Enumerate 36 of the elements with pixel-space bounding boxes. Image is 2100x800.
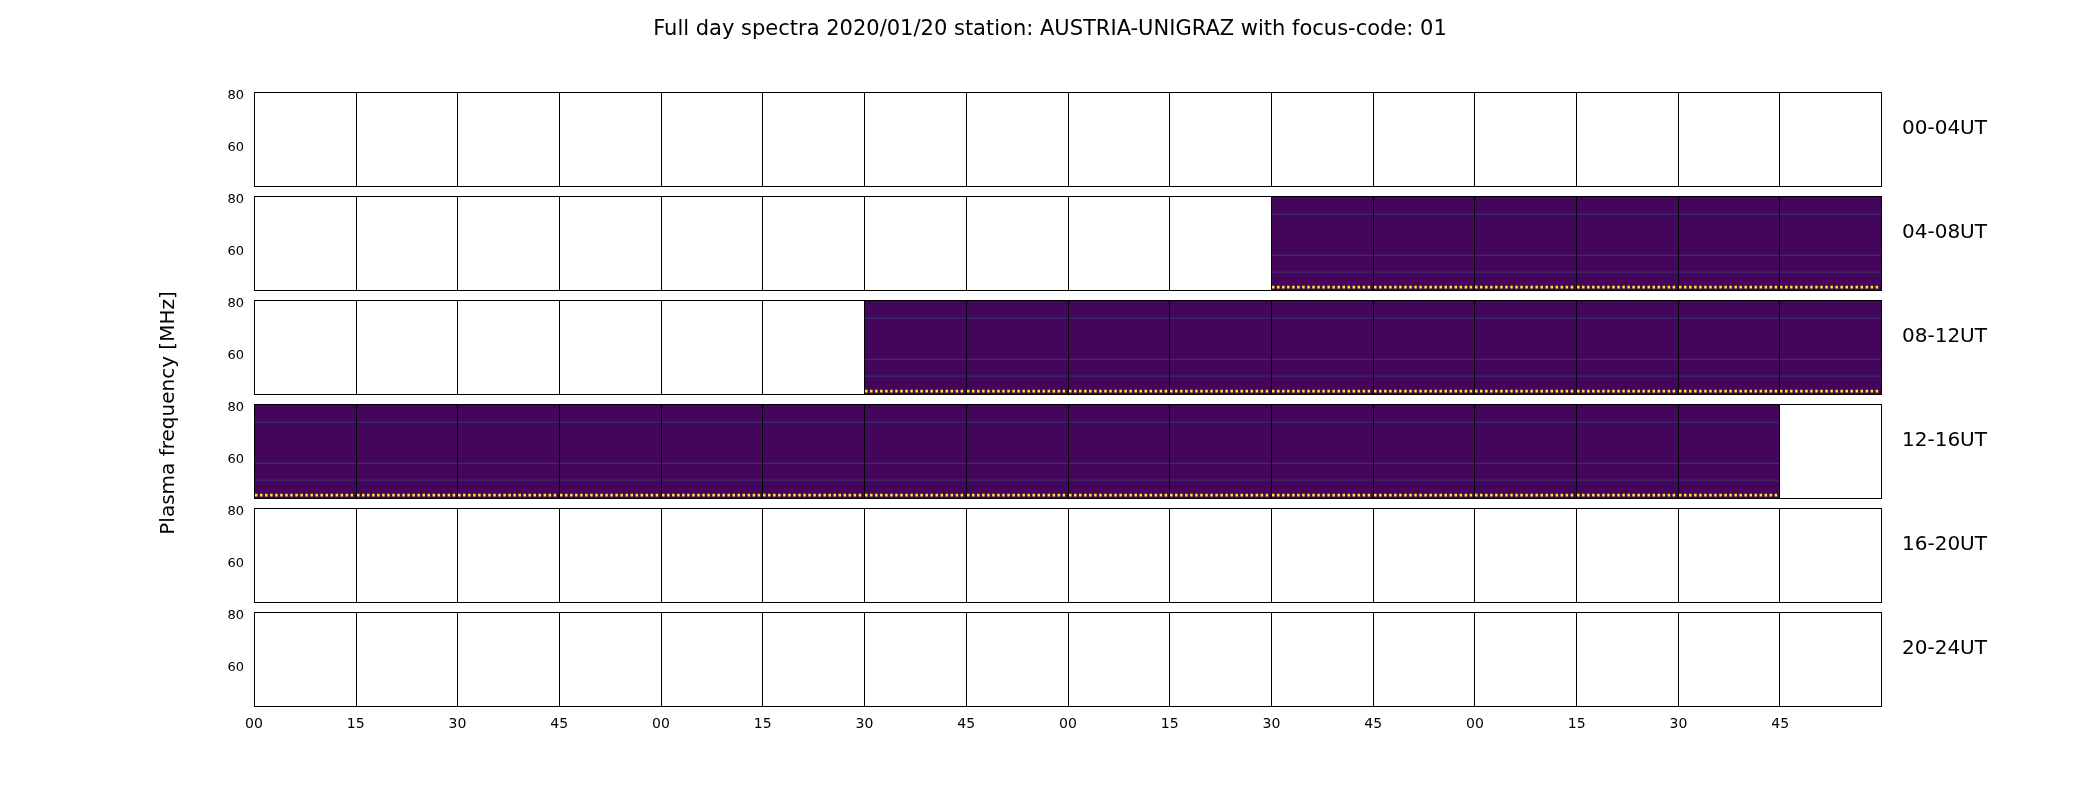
row-time-label: 20-24UT	[1902, 635, 1987, 659]
row-time-label: 04-08UT	[1902, 219, 1987, 243]
x-tick-label: 15	[1567, 714, 1586, 732]
x-tick-label: 30	[855, 714, 874, 732]
y-tick-label: 80	[227, 504, 244, 518]
y-tick-label: 80	[227, 88, 244, 102]
x-tick-label: 45	[1771, 714, 1790, 732]
y-tick-label: 60	[227, 660, 244, 674]
row-time-label: 08-12UT	[1902, 323, 1987, 347]
y-tick-label: 60	[227, 140, 244, 154]
y-tick-label: 60	[227, 556, 244, 570]
x-tick-label: 15	[753, 714, 772, 732]
x-tick-label: 45	[957, 714, 976, 732]
y-tick-label: 60	[227, 348, 244, 362]
x-tick-label: 15	[346, 714, 365, 732]
x-tick-label: 00	[245, 714, 263, 732]
x-tick-label: 45	[550, 714, 569, 732]
y-tick-label: 60	[227, 244, 244, 258]
y-tick-label: 80	[227, 400, 244, 414]
y-tick-label: 80	[227, 296, 244, 310]
y-axis-label: Plasma frequency [MHz]	[155, 291, 179, 535]
x-tick-label: 15	[1160, 714, 1179, 732]
y-tick-label: 80	[227, 192, 244, 206]
row-time-label: 00-04UT	[1902, 115, 1987, 139]
x-tick-label: 45	[1364, 714, 1383, 732]
y-tick-label: 80	[227, 608, 244, 622]
x-tick-label: 30	[448, 714, 467, 732]
row-time-label: 16-20UT	[1902, 531, 1987, 555]
y-tick-label: 60	[227, 452, 244, 466]
x-tick-label: 30	[1262, 714, 1281, 732]
figure-title: Full day spectra 2020/01/20 station: AUSTRIA-UNIGRAZ with focus-code: 01	[653, 15, 1447, 42]
row-time-label: 12-16UT	[1902, 427, 1987, 451]
x-tick-label: 30	[1669, 714, 1688, 732]
x-tick-label: 00	[1059, 714, 1077, 732]
x-tick-label: 00	[652, 714, 670, 732]
x-tick-label: 00	[1466, 714, 1484, 732]
